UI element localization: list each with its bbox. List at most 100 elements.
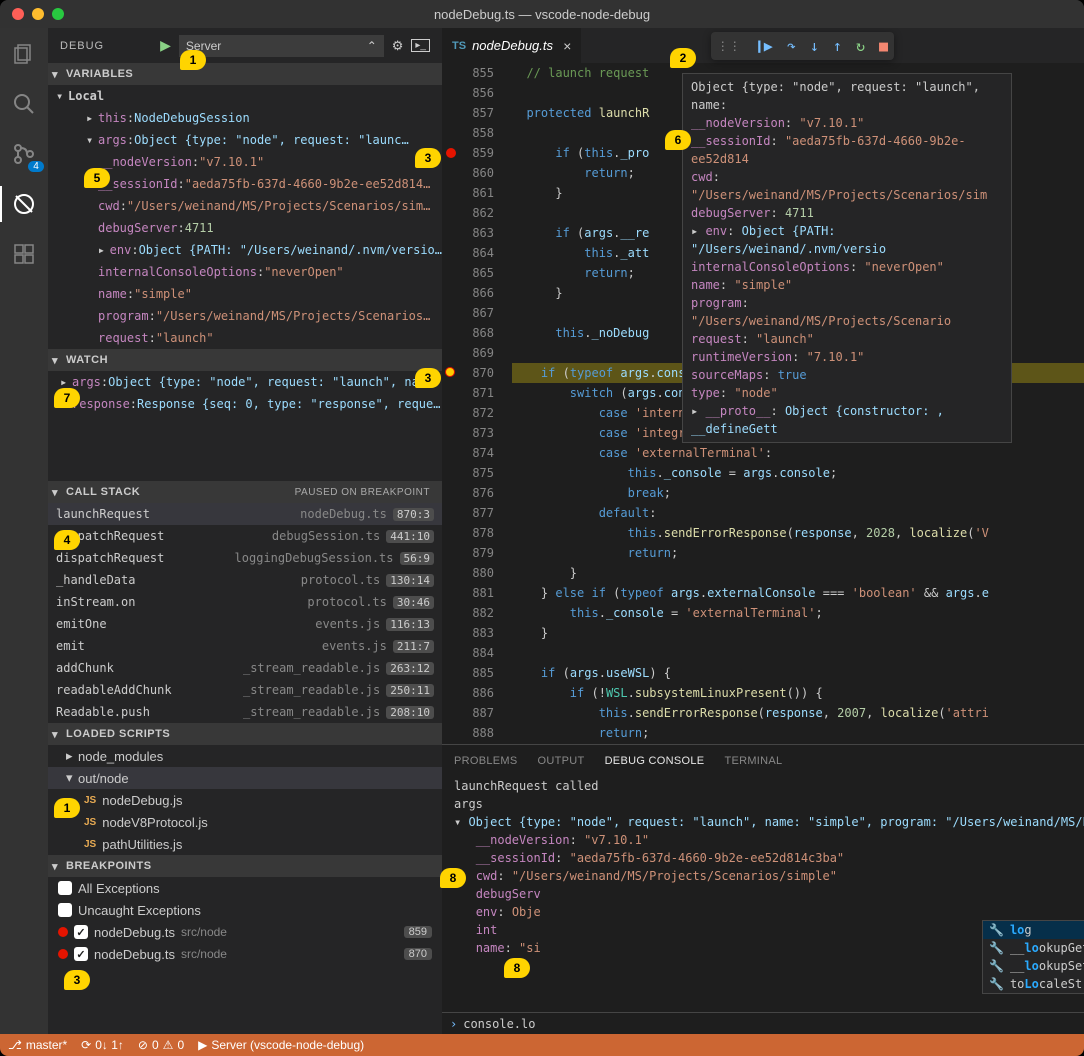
- suggest-item[interactable]: 🔧__lookupSetter__: [983, 957, 1084, 975]
- sync-status[interactable]: ⟳ 0↓ 1↑: [81, 1038, 124, 1052]
- tab-problems[interactable]: PROBLEMS: [454, 755, 518, 767]
- debug-icon[interactable]: [10, 190, 38, 218]
- explorer-icon[interactable]: [10, 40, 38, 68]
- scm-badge: 4: [28, 161, 44, 172]
- tab-output[interactable]: OUTPUT: [538, 755, 585, 767]
- stack-frame[interactable]: dispatchRequestloggingDebugSession.ts56:…: [48, 547, 442, 569]
- search-icon[interactable]: [10, 90, 38, 118]
- variable-row[interactable]: ▸env: Object {PATH: "/Users/weinand/.nvm…: [48, 239, 442, 261]
- loaded-script[interactable]: JSpathUtilities.js: [48, 833, 442, 855]
- watch-row[interactable]: ▸args: Object {type: "node", request: "l…: [48, 371, 442, 393]
- close-window[interactable]: [12, 8, 24, 20]
- callstack-header[interactable]: ▾CALL STACKPAUSED ON BREAKPOINT: [48, 481, 442, 503]
- callout-marker: 7: [54, 388, 80, 408]
- variable-row[interactable]: ▸this: NodeDebugSession: [48, 107, 442, 129]
- stop-button[interactable]: ■: [879, 37, 888, 55]
- typescript-icon: TS: [452, 40, 466, 52]
- breakpoints-header[interactable]: ▾BREAKPOINTS: [48, 855, 442, 877]
- step-over-button[interactable]: ↷: [787, 37, 796, 55]
- variable-row[interactable]: debugServer: 4711: [48, 217, 442, 239]
- debug-status[interactable]: ▶ Server (vscode-node-debug): [198, 1038, 364, 1052]
- watch-header[interactable]: ▾WATCH: [48, 349, 442, 371]
- debug-hover[interactable]: Object {type: "node", request: "launch",…: [682, 73, 1012, 443]
- close-icon[interactable]: ×: [563, 38, 571, 54]
- callout-marker: 8: [440, 868, 466, 888]
- stack-frame[interactable]: Readable.push_stream_readable.js208:10: [48, 701, 442, 723]
- scope-local[interactable]: ▾Local: [48, 85, 442, 107]
- branch-status[interactable]: ⎇ master*: [8, 1038, 67, 1052]
- suggest-item[interactable]: 🔧toLocaleString: [983, 975, 1084, 993]
- errors-status[interactable]: ⊘ 0 ⚠ 0: [138, 1038, 184, 1052]
- stack-frame[interactable]: inStream.onprotocol.ts30:46: [48, 591, 442, 613]
- stack-frame[interactable]: dispatchRequestdebugSession.ts441:10: [48, 525, 442, 547]
- debug-header: DEBUG ▶ Server⌃ ⚙ ▸_: [48, 28, 442, 63]
- gear-icon[interactable]: ⚙: [392, 38, 404, 54]
- callout-marker: 2: [670, 48, 696, 68]
- callout-marker: 8: [504, 958, 530, 978]
- checkbox[interactable]: [58, 903, 72, 917]
- suggest-widget[interactable]: 🔧log🔧__lookupGetter__🔧__lookupSetter__🔧t…: [982, 920, 1084, 994]
- step-into-button[interactable]: ↓: [810, 37, 819, 55]
- restart-button[interactable]: ↻: [856, 37, 865, 55]
- variable-row[interactable]: ▾args: Object {type: "node", request: "l…: [48, 129, 442, 151]
- loaded-scripts-header[interactable]: ▾LOADED SCRIPTS: [48, 723, 442, 745]
- callout-marker: 3: [415, 148, 441, 168]
- loaded-script[interactable]: ▸node_modules: [48, 745, 442, 767]
- variable-row[interactable]: __nodeVersion: "v7.10.1": [48, 151, 442, 173]
- extensions-icon[interactable]: [10, 240, 38, 268]
- variable-row[interactable]: request: "launch": [48, 327, 442, 349]
- variable-row[interactable]: program: "/Users/weinand/MS/Projects/Sce…: [48, 305, 442, 327]
- suggest-item[interactable]: 🔧__lookupGetter__: [983, 939, 1084, 957]
- titlebar: nodeDebug.ts — vscode-node-debug: [0, 0, 1084, 28]
- stack-frame[interactable]: launchRequestnodeDebug.ts870:3: [48, 503, 442, 525]
- callout-marker: 1: [180, 50, 206, 70]
- tab-debug-console[interactable]: DEBUG CONSOLE: [605, 755, 705, 767]
- checkbox[interactable]: [58, 881, 72, 895]
- callout-marker: 1: [54, 798, 80, 818]
- all-exceptions[interactable]: All Exceptions: [48, 877, 442, 899]
- variables-header[interactable]: ▾VARIABLES: [48, 63, 442, 85]
- callout-marker: 3: [64, 970, 90, 990]
- uncaught-exceptions[interactable]: Uncaught Exceptions: [48, 899, 442, 921]
- breakpoint-row[interactable]: nodeDebug.tssrc/node859: [48, 921, 442, 943]
- watch-row[interactable]: ▸response: Response {seq: 0, type: "resp…: [48, 393, 442, 415]
- suggest-item[interactable]: 🔧log: [983, 921, 1084, 939]
- stack-frame[interactable]: _handleDataprotocol.ts130:14: [48, 569, 442, 591]
- loaded-script[interactable]: ▾out/node: [48, 767, 442, 789]
- stack-frame[interactable]: readableAddChunk_stream_readable.js250:1…: [48, 679, 442, 701]
- code-editor[interactable]: 8558568578588598608618628638648658668678…: [442, 63, 1084, 744]
- variable-row[interactable]: name: "simple": [48, 283, 442, 305]
- editor-area: TS nodeDebug.ts × ⋮⋮ ❙▶ ↷ ↓ ↑ ↻ ■ 855856…: [442, 28, 1084, 1034]
- breakpoint-row[interactable]: nodeDebug.tssrc/node870: [48, 943, 442, 965]
- bottom-panel: PROBLEMS OUTPUT DEBUG CONSOLE TERMINAL l…: [442, 744, 1084, 1034]
- debug-toolbar[interactable]: ⋮⋮ ❙▶ ↷ ↓ ↑ ↻ ■: [711, 32, 894, 60]
- console-icon[interactable]: ▸_: [411, 39, 430, 52]
- stack-frame[interactable]: addChunk_stream_readable.js263:12: [48, 657, 442, 679]
- activity-bar: 4: [0, 28, 48, 1034]
- debug-label: DEBUG: [60, 40, 104, 52]
- start-debugging-button[interactable]: ▶: [160, 37, 171, 54]
- stack-frame[interactable]: emitOneevents.js116:13: [48, 613, 442, 635]
- gutter[interactable]: 8558568578588598608618628638648658668678…: [442, 63, 512, 744]
- continue-button[interactable]: ❙▶: [755, 37, 773, 55]
- loaded-script[interactable]: JSnodeDebug.js: [48, 789, 442, 811]
- repl-input[interactable]: ›console.lo: [442, 1012, 1084, 1034]
- checkbox[interactable]: [74, 947, 88, 961]
- traffic-lights: [0, 8, 64, 20]
- launch-config-select[interactable]: Server⌃: [179, 35, 384, 57]
- drag-handle-icon[interactable]: ⋮⋮: [717, 39, 741, 53]
- checkbox[interactable]: [74, 925, 88, 939]
- window-title: nodeDebug.ts — vscode-node-debug: [434, 7, 650, 22]
- maximize-window[interactable]: [52, 8, 64, 20]
- status-bar: ⎇ master* ⟳ 0↓ 1↑ ⊘ 0 ⚠ 0 ▶ Server (vsco…: [0, 1034, 1084, 1056]
- tab-terminal[interactable]: TERMINAL: [724, 755, 782, 767]
- variable-row[interactable]: cwd: "/Users/weinand/MS/Projects/Scenari…: [48, 195, 442, 217]
- code-content[interactable]: Object {type: "node", request: "launch",…: [512, 63, 1084, 744]
- loaded-script[interactable]: JSnodeV8Protocol.js: [48, 811, 442, 833]
- stack-frame[interactable]: emitevents.js211:7: [48, 635, 442, 657]
- step-out-button[interactable]: ↑: [833, 37, 842, 55]
- minimize-window[interactable]: [32, 8, 44, 20]
- scm-icon[interactable]: 4: [10, 140, 38, 168]
- tab-nodedebug[interactable]: TS nodeDebug.ts ×: [442, 28, 581, 63]
- variable-row[interactable]: internalConsoleOptions: "neverOpen": [48, 261, 442, 283]
